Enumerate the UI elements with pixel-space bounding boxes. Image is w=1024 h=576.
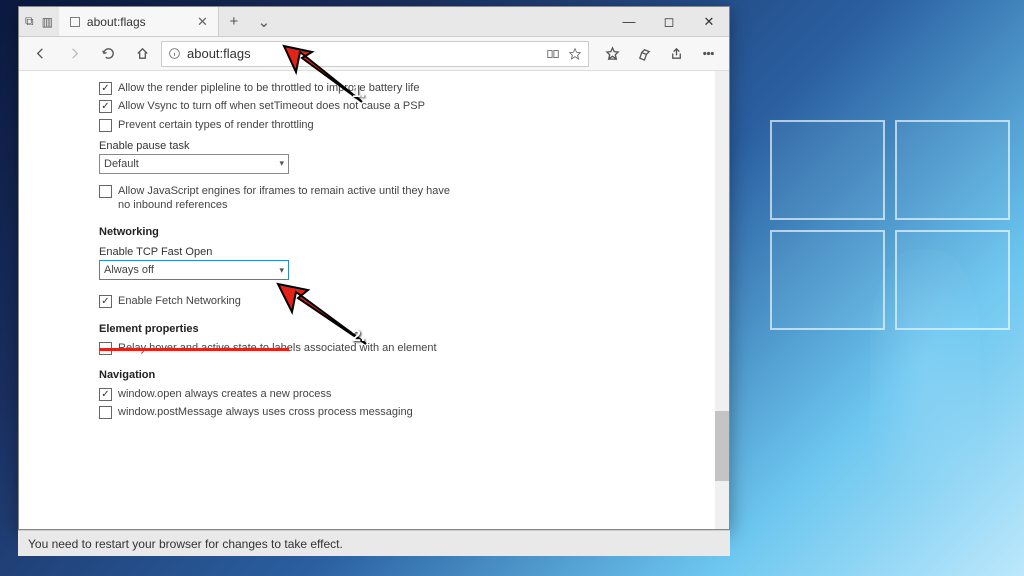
status-bar: You need to restart your browser for cha…	[18, 530, 730, 556]
section-networking: Networking	[99, 226, 729, 238]
browser-window: ⧉ ▥ about:flags ✕ + ⌄ — ◻ ✕ about:flags	[18, 6, 730, 530]
close-window-button[interactable]: ✕	[689, 7, 729, 36]
scrollbar-thumb[interactable]	[715, 411, 729, 481]
home-button[interactable]	[127, 40, 157, 68]
annotation-underline	[99, 348, 289, 351]
select-tcp-fast-open-value: Always off	[104, 264, 154, 276]
select-pause-task[interactable]: Default ▾	[99, 154, 289, 174]
section-navigation: Navigation	[99, 369, 729, 381]
toolbar: about:flags	[19, 37, 729, 71]
label-post-message: window.postMessage always uses cross pro…	[118, 405, 459, 419]
page-content: Allow the render pipleline to be throttl…	[19, 71, 729, 529]
page-icon	[69, 16, 81, 28]
forward-button[interactable]	[59, 40, 89, 68]
notes-icon[interactable]	[629, 40, 659, 68]
tab-actions-left: ⧉ ▥	[19, 7, 59, 36]
set-aside-icon[interactable]: ▥	[42, 15, 53, 29]
label-vsync: Allow Vsync to turn off when setTimeout …	[118, 99, 459, 113]
favorites-list-icon[interactable]	[597, 40, 627, 68]
browser-tab[interactable]: about:flags ✕	[59, 7, 219, 36]
scrollbar[interactable]	[715, 71, 729, 529]
window-controls: — ◻ ✕	[609, 7, 729, 36]
label-pause-task: Enable pause task	[99, 140, 729, 152]
chevron-down-icon: ▾	[279, 158, 284, 169]
refresh-button[interactable]	[93, 40, 123, 68]
tab-preview-icon[interactable]: ⧉	[25, 14, 34, 29]
checkbox-post-message[interactable]	[99, 406, 112, 419]
label-throttling: Prevent certain types of render throttli…	[118, 118, 459, 132]
wallpaper-logo-tr	[895, 120, 1010, 220]
wallpaper-logo-bl	[770, 230, 885, 330]
share-icon[interactable]	[661, 40, 691, 68]
tab-close-icon[interactable]: ✕	[197, 14, 208, 30]
url-text: about:flags	[187, 46, 251, 61]
checkbox-throttling[interactable]	[99, 119, 112, 132]
select-pause-task-value: Default	[104, 158, 139, 170]
status-text: You need to restart your browser for cha…	[28, 537, 343, 551]
label-tcp-fast-open: Enable TCP Fast Open	[99, 246, 729, 258]
maximize-button[interactable]: ◻	[649, 7, 689, 36]
favorite-icon[interactable]	[568, 47, 582, 61]
wallpaper-figure	[870, 250, 980, 480]
address-bar[interactable]: about:flags	[161, 41, 589, 67]
reading-view-icon[interactable]	[546, 47, 560, 61]
new-tab-button[interactable]: +	[219, 7, 249, 36]
select-tcp-fast-open[interactable]: Always off ▾	[99, 260, 289, 280]
section-element-properties: Element properties	[99, 323, 729, 335]
checkbox-render-pipeline[interactable]	[99, 82, 112, 95]
checkbox-js-iframes[interactable]	[99, 185, 112, 198]
tab-strip: ⧉ ▥ about:flags ✕ + ⌄ — ◻ ✕	[19, 7, 729, 37]
checkbox-vsync[interactable]	[99, 100, 112, 113]
minimize-button[interactable]: —	[609, 7, 649, 36]
tab-menu-button[interactable]: ⌄	[249, 7, 279, 36]
annotation-badge-2: 2.	[352, 328, 365, 346]
chevron-down-icon: ▾	[279, 265, 284, 276]
back-button[interactable]	[25, 40, 55, 68]
more-icon[interactable]	[693, 40, 723, 68]
label-fetch: Enable Fetch Networking	[118, 294, 459, 308]
checkbox-window-open[interactable]	[99, 388, 112, 401]
info-icon	[168, 47, 181, 60]
tab-title: about:flags	[87, 15, 146, 29]
label-js-iframes: Allow JavaScript engines for iframes to …	[118, 184, 459, 213]
label-window-open: window.open always creates a new process	[118, 387, 459, 401]
label-render-pipeline: Allow the render pipleline to be throttl…	[118, 81, 459, 95]
checkbox-fetch[interactable]	[99, 295, 112, 308]
annotation-badge-1: 1.	[352, 84, 365, 102]
wallpaper-logo-tl	[770, 120, 885, 220]
